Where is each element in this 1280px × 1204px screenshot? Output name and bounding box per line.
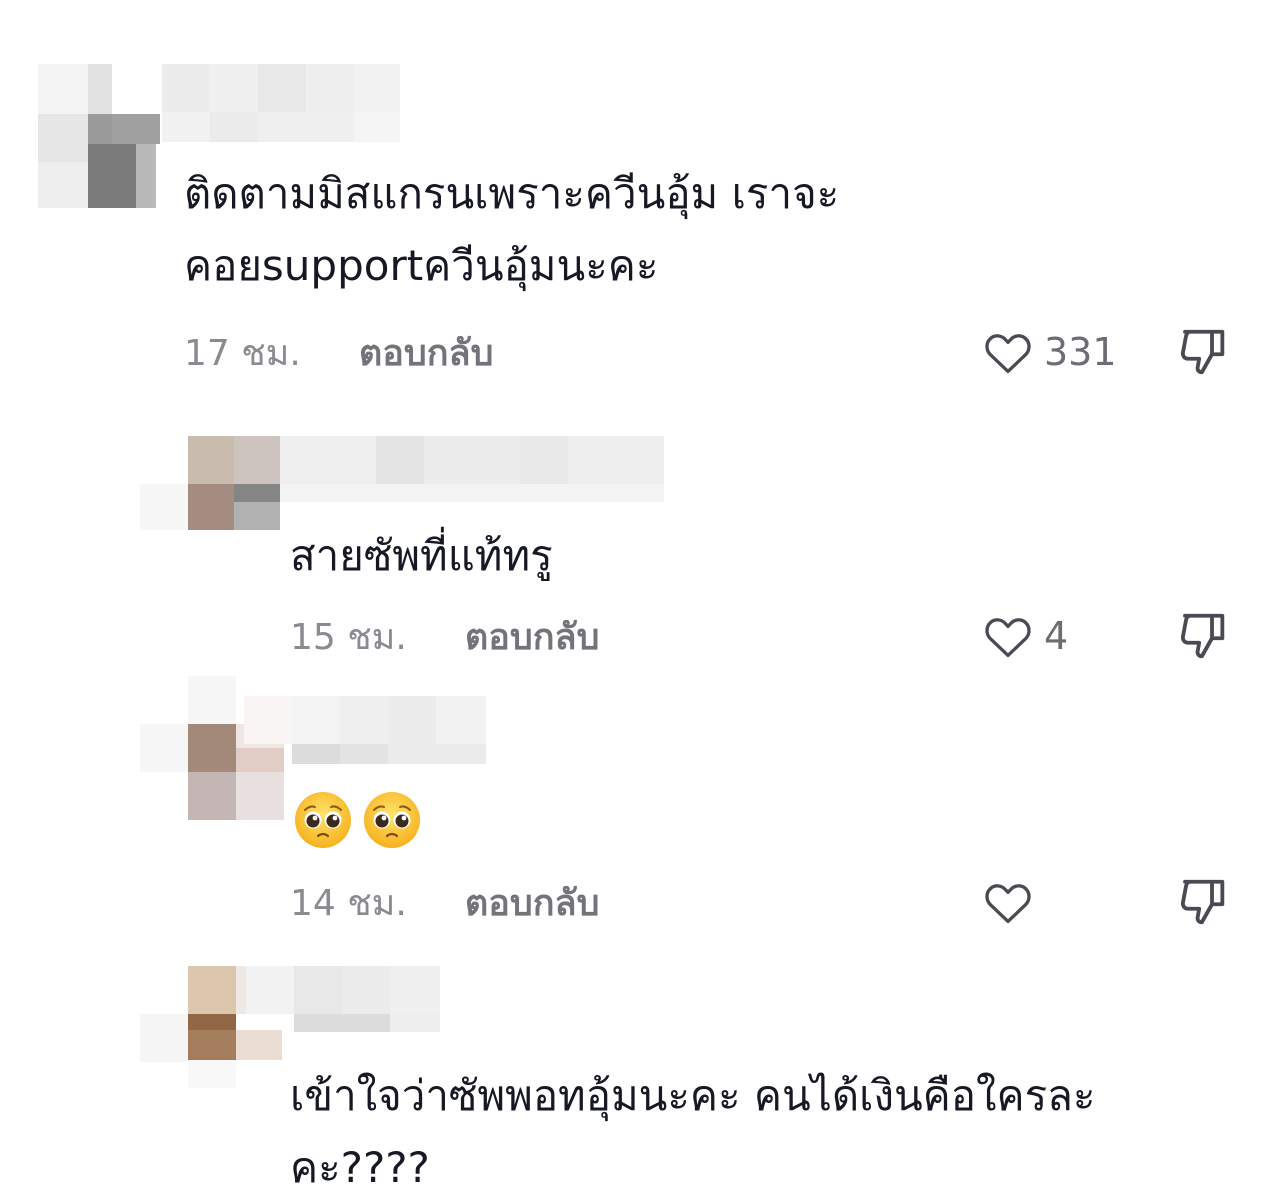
thumbs-down-icon[interactable] [1176, 874, 1230, 930]
thumbs-down-icon[interactable] [1176, 608, 1230, 664]
comment-meta: 14 ชม. ตอบกลับ [290, 872, 599, 932]
pleading-face-emoji [364, 792, 420, 848]
like-count: 4 [1044, 614, 1069, 658]
heart-outline-icon [985, 884, 1031, 924]
username[interactable] [246, 966, 442, 1034]
like-button[interactable] [982, 872, 1034, 932]
reply-button[interactable]: ตอบกลับ [465, 608, 600, 665]
like-count: 331 [1044, 330, 1117, 374]
comment-timestamp: 15 ชม. [290, 616, 407, 658]
thumbs-down-icon[interactable] [1176, 324, 1230, 380]
username[interactable] [112, 64, 402, 144]
comment-meta: 17 ชม. ตอบกลับ [184, 322, 493, 382]
like-button[interactable]: 4 [982, 606, 1068, 666]
pleading-face-emoji [295, 792, 351, 848]
comment-timestamp: 17 ชม. [184, 332, 301, 374]
comment-text: ติดตามมิสแกรนเพราะควีนอุ้ม เราจะ คอยsupp… [184, 169, 840, 290]
reply-button[interactable]: ตอบกลับ [359, 324, 494, 381]
heart-outline-icon [985, 618, 1031, 658]
like-button[interactable]: 331 [982, 322, 1117, 382]
comment-timestamp: 14 ชม. [290, 882, 407, 924]
comment-text: สายซัพที่แท้ทรู [290, 531, 553, 580]
reply-button[interactable]: ตอบกลับ [465, 874, 600, 931]
heart-outline-icon [985, 334, 1031, 374]
comment-meta: 15 ชม. ตอบกลับ [290, 606, 599, 666]
comment-text: เข้าใจว่าซัพพอทอุ้มนะคะ คนได้เงินคือใครล… [290, 1071, 1096, 1192]
username[interactable] [244, 696, 488, 766]
avatar[interactable] [140, 436, 282, 532]
username[interactable] [280, 436, 666, 504]
